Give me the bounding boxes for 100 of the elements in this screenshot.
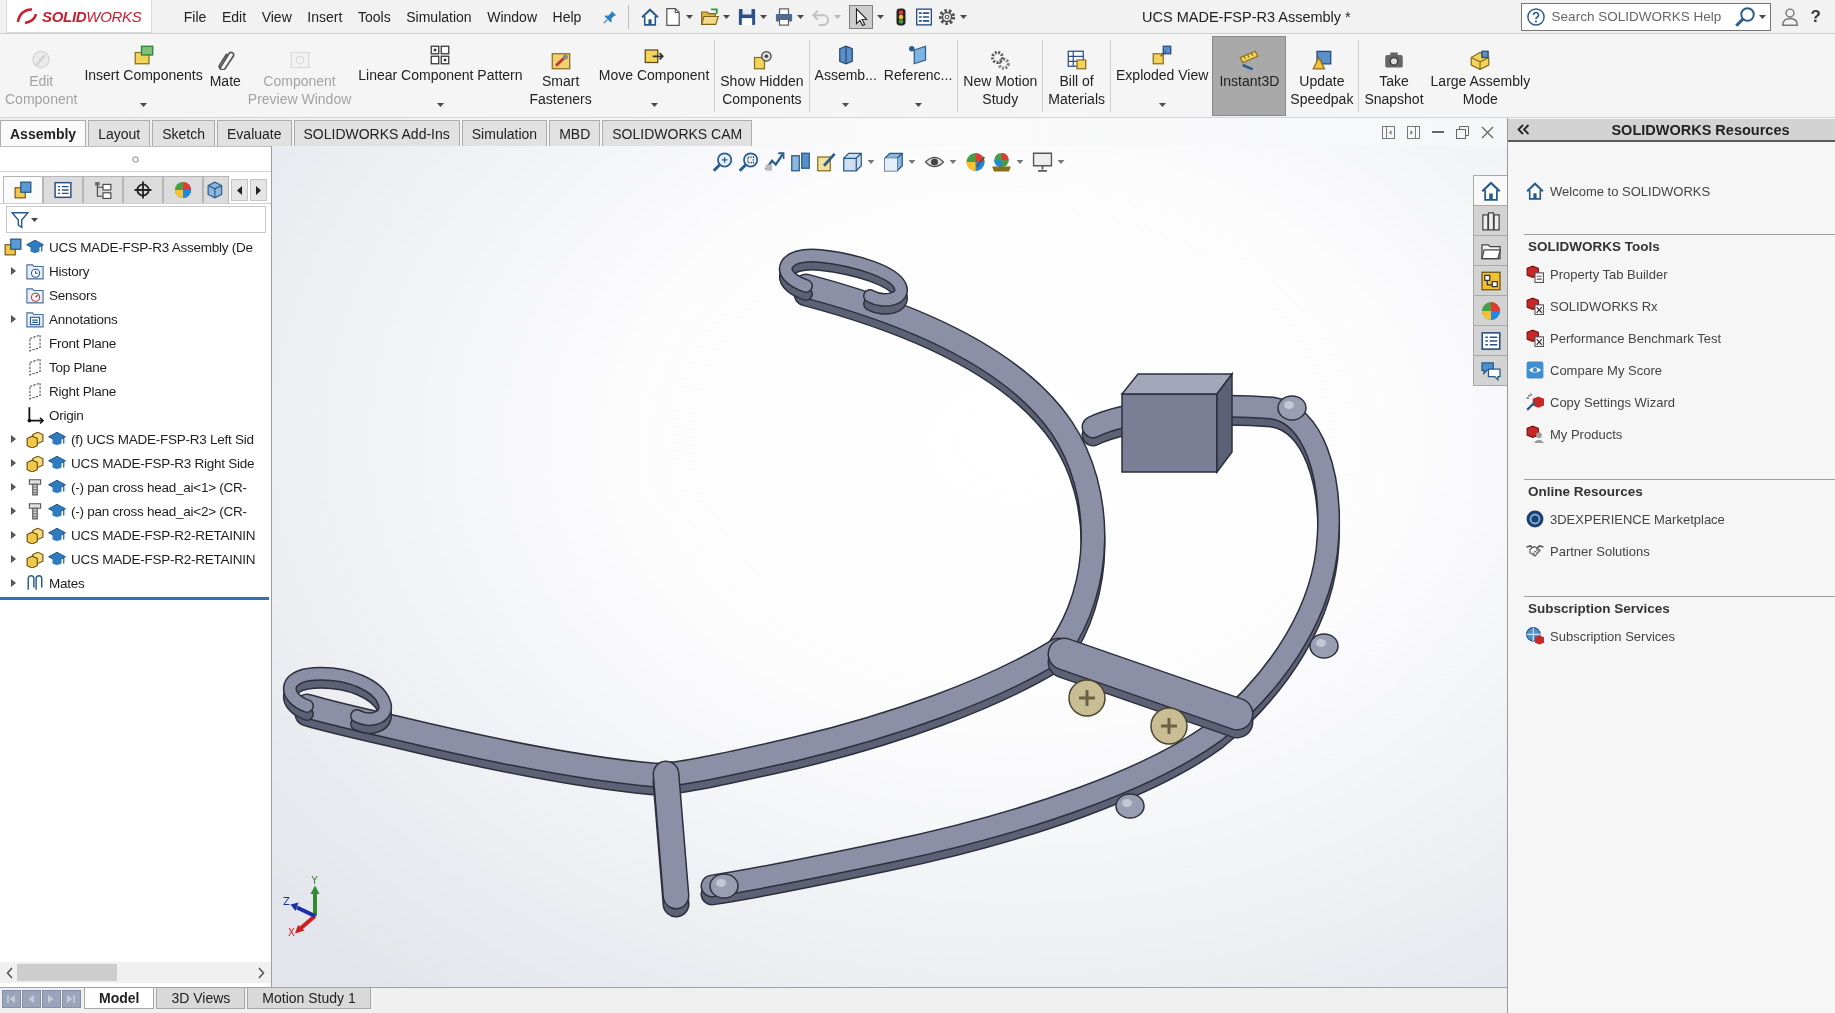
resource-link[interactable]: Subscription Services xyxy=(1524,620,1675,652)
panel-tab[interactable] xyxy=(3,176,43,203)
skip-back-icon[interactable] xyxy=(2,989,21,1008)
shaded-cube-icon[interactable] xyxy=(883,152,903,172)
zoom-icon[interactable] xyxy=(712,152,732,172)
toolbar-button[interactable]: Assemb... xyxy=(811,36,880,116)
toolbar-button[interactable]: Smart Fasteners xyxy=(526,36,595,116)
tab[interactable]: Layout xyxy=(88,120,151,146)
task-pane-tab[interactable] xyxy=(1473,355,1507,386)
expand-arrow-icon[interactable] xyxy=(10,267,16,275)
dock-left-icon[interactable] xyxy=(1382,125,1395,139)
caret-icon[interactable] xyxy=(867,160,874,164)
resource-link[interactable]: Property Tab Builder xyxy=(1524,258,1668,290)
tab[interactable]: Evaluate xyxy=(217,120,292,146)
menu-item[interactable]: Window xyxy=(479,8,545,25)
resource-link[interactable]: Welcome to SOLIDWORKS xyxy=(1524,175,1711,207)
user-icon[interactable] xyxy=(1780,7,1799,26)
menu-item[interactable]: Help xyxy=(544,8,590,25)
tab[interactable]: Motion Study 1 xyxy=(247,988,371,1009)
caret-icon[interactable] xyxy=(1057,160,1064,164)
search-field[interactable]: Search SOLIDWORKS Help xyxy=(1520,2,1771,31)
restore-icon[interactable] xyxy=(1456,125,1469,139)
tree-item-label[interactable]: Front Plane xyxy=(49,335,117,351)
toolbar-button[interactable]: Referenc... xyxy=(880,36,956,116)
tree-item-label[interactable]: UCS MADE-FSP-R2-RETAININ xyxy=(71,527,256,543)
panel-tab[interactable] xyxy=(43,176,83,203)
tree-item-label[interactable]: Origin xyxy=(49,407,84,423)
tree-item-label[interactable]: Sensors xyxy=(49,287,97,303)
toolbar-button[interactable]: Bill of Materials xyxy=(1045,36,1108,116)
toolbar-button[interactable]: Exploded View xyxy=(1113,36,1212,116)
caret-icon[interactable] xyxy=(908,160,915,164)
toolbar-button[interactable]: New Motion Study xyxy=(960,36,1041,116)
color-wheel-pencil-icon[interactable] xyxy=(965,152,985,172)
caret-icon[interactable] xyxy=(949,160,956,164)
sphere-stand-icon[interactable] xyxy=(991,152,1011,172)
tab[interactable]: 3D Views xyxy=(156,988,246,1009)
tree-item-label[interactable]: Right Plane xyxy=(49,383,117,399)
tab[interactable]: Assembly xyxy=(0,120,87,146)
task-pane-tab[interactable] xyxy=(1473,325,1507,356)
tree-item-label[interactable]: Annotations xyxy=(49,311,118,327)
toolbar-button[interactable]: Move Component xyxy=(595,36,713,116)
dock-right-icon[interactable] xyxy=(1407,125,1420,139)
filter-icon[interactable] xyxy=(11,210,29,229)
tab[interactable]: SOLIDWORKS Add-Ins xyxy=(293,120,460,146)
resource-link[interactable]: My Products xyxy=(1524,418,1623,450)
close-icon[interactable] xyxy=(1481,125,1494,139)
toolbar-button[interactable]: Instant3D xyxy=(1212,36,1287,116)
skip-forward-icon[interactable] xyxy=(62,989,81,1008)
tree-item-label[interactable]: UCS MADE-FSP-R2-RETAININ xyxy=(71,551,256,567)
split-block-icon[interactable] xyxy=(790,152,810,172)
horizontal-scrollbar[interactable] xyxy=(0,962,271,983)
tree-item-label[interactable]: Top Plane xyxy=(49,359,107,375)
forward-icon[interactable] xyxy=(42,989,61,1008)
resource-link[interactable]: 3DEXPERIENCE Marketplace xyxy=(1524,503,1725,535)
monitor-icon[interactable] xyxy=(1032,152,1052,172)
scroll-right-button[interactable] xyxy=(250,179,267,201)
scroll-left-icon[interactable] xyxy=(6,966,13,979)
tab[interactable]: Simulation xyxy=(461,120,548,146)
menu-item[interactable]: View xyxy=(253,8,300,25)
expand-arrow-icon[interactable] xyxy=(10,483,16,491)
expand-arrow-icon[interactable] xyxy=(10,579,16,587)
task-pane-tab[interactable] xyxy=(1473,205,1507,236)
menu-item[interactable]: Tools xyxy=(350,8,399,25)
trend-arrow-icon[interactable] xyxy=(764,152,784,172)
expand-arrow-icon[interactable] xyxy=(10,459,16,467)
resource-link[interactable]: Partner Solutions xyxy=(1524,535,1650,567)
task-pane-tab[interactable] xyxy=(1473,265,1507,296)
expand-arrow-icon[interactable] xyxy=(10,555,16,563)
resource-link[interactable]: Compare My Score xyxy=(1524,354,1662,386)
tab[interactable]: MBD xyxy=(549,120,601,146)
panel-tab[interactable] xyxy=(123,176,163,203)
menu-item[interactable]: Edit xyxy=(214,8,254,25)
panel-tab[interactable] xyxy=(83,176,123,203)
toolbar-button[interactable]: Show Hidden Components xyxy=(717,36,807,116)
caret-icon[interactable] xyxy=(31,217,38,222)
menu-item[interactable]: File xyxy=(176,8,215,25)
caret-icon[interactable] xyxy=(1016,160,1023,164)
tree-item-label[interactable]: (-) pan cross head_ai<1> (CR- xyxy=(71,479,247,495)
resource-link[interactable]: Copy Settings Wizard xyxy=(1524,386,1675,418)
toolbar-button[interactable]: Large Assembly Mode xyxy=(1427,36,1534,116)
filter-field[interactable] xyxy=(6,206,266,233)
panel-tab[interactable] xyxy=(203,176,229,203)
collapse-panel-icon[interactable] xyxy=(1517,124,1530,135)
back-icon[interactable] xyxy=(22,989,41,1008)
menu-item[interactable]: Simulation xyxy=(398,8,480,25)
cube-icon[interactable] xyxy=(842,152,862,172)
zoom-area-icon[interactable] xyxy=(738,152,758,172)
tree-item-label[interactable]: Mates xyxy=(49,575,85,591)
graphics-area[interactable]: X Y Z xyxy=(272,146,1507,987)
tree-item-label[interactable]: (f) UCS MADE-FSP-R3 Left Sid xyxy=(71,431,254,447)
pin-icon[interactable] xyxy=(603,9,618,24)
help-button[interactable]: ? xyxy=(1810,6,1821,27)
grip-icon[interactable] xyxy=(132,155,139,163)
tree-item-label[interactable]: UCS MADE-FSP-R3 Assembly (De xyxy=(49,239,253,255)
tab[interactable]: Sketch xyxy=(152,120,215,146)
tree-item-label[interactable]: History xyxy=(49,263,90,279)
task-pane-tab[interactable] xyxy=(1473,235,1507,266)
toolbar-button[interactable]: Linear Component Pattern xyxy=(355,36,526,116)
toolbar-button[interactable]: Update Speedpak xyxy=(1287,36,1357,116)
search-icon[interactable] xyxy=(1734,6,1755,27)
